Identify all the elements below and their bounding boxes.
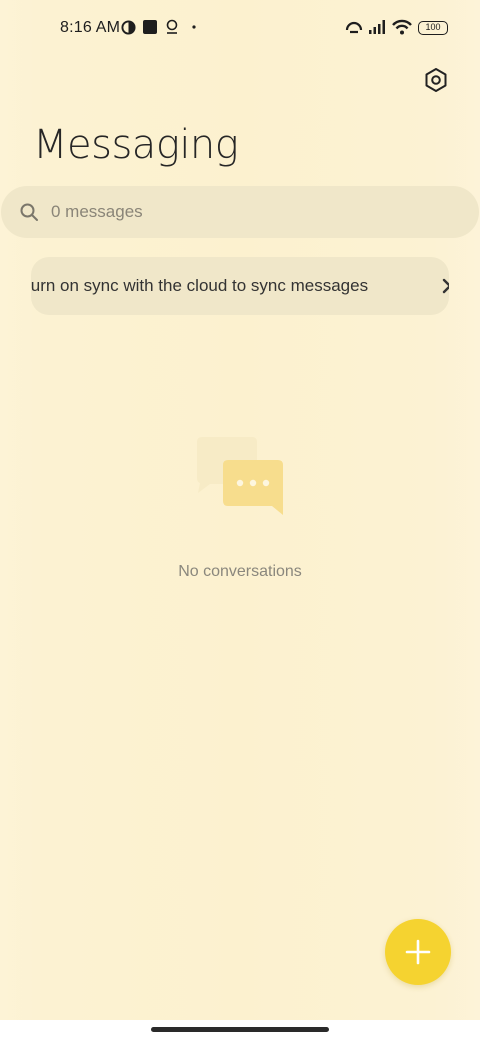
sync-banner-text: Turn on sync with the cloud to sync mess… (31, 276, 369, 295)
chat-bubbles-icon (197, 437, 283, 515)
status-bar: 8:16 AM 100 (0, 0, 480, 56)
hotspot-icon (344, 18, 364, 36)
battery-indicator: 100 (418, 21, 448, 35)
new-conversation-button[interactable] (385, 919, 451, 985)
plus-icon (405, 939, 431, 965)
search-icon (20, 203, 38, 221)
sync-banner[interactable]: Turn on sync with the cloud to sync mess… (31, 257, 449, 315)
location-pin-icon (165, 18, 179, 36)
status-time: 8:16 AM (60, 19, 121, 36)
search-input[interactable]: 0 messages (51, 202, 143, 222)
data-saver-icon (121, 18, 136, 36)
home-indicator[interactable] (151, 1027, 329, 1032)
page-title: Messaging (33, 122, 239, 168)
signal-strength-icon (368, 18, 386, 36)
search-bar[interactable]: 0 messages (1, 186, 479, 238)
empty-state-label: No conversations (178, 563, 302, 580)
sync-banner-text-container: Turn on sync with the cloud to sync mess… (31, 276, 392, 296)
settings-hexagon-icon (425, 68, 447, 92)
settings-button[interactable] (420, 64, 452, 96)
more-notifications-dot-icon (191, 18, 197, 36)
wifi-icon (392, 18, 412, 36)
chevron-right-icon (442, 278, 449, 294)
app-notification-icon (142, 18, 158, 36)
